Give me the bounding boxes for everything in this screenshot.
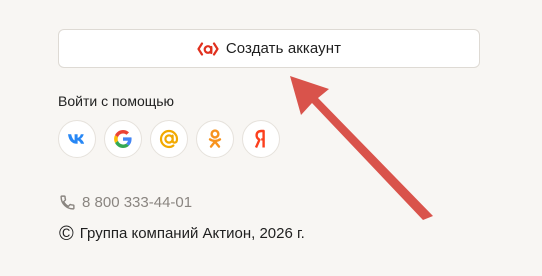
login-with-title: Войти с помощью: [58, 93, 175, 109]
yandex-icon: [254, 129, 265, 148]
create-account-label: Создать аккаунт: [225, 40, 342, 57]
social-login-list: [58, 120, 280, 158]
ok-icon: [208, 129, 222, 148]
vk-login-button[interactable]: [58, 120, 96, 158]
aktion-logo-icon: [197, 41, 219, 56]
copyright-text: Группа компаний Актион, 2026 г.: [79, 225, 305, 242]
copyright-icon: ©: [59, 222, 74, 245]
phone-icon: [60, 195, 75, 210]
create-account-button[interactable]: Создать аккаунт: [58, 29, 480, 68]
google-login-button[interactable]: [104, 120, 142, 158]
yandex-login-button[interactable]: [242, 120, 280, 158]
phone-number: 8 800 333-44-01: [82, 194, 193, 211]
phone-contact[interactable]: 8 800 333-44-01: [59, 194, 192, 211]
copyright: © Группа компаний Актион, 2026 г.: [59, 222, 305, 245]
mail-login-button[interactable]: [150, 120, 188, 158]
google-icon: [114, 130, 132, 148]
at-sign-icon: [159, 129, 179, 149]
vk-icon: [68, 134, 85, 144]
ok-login-button[interactable]: [196, 120, 234, 158]
